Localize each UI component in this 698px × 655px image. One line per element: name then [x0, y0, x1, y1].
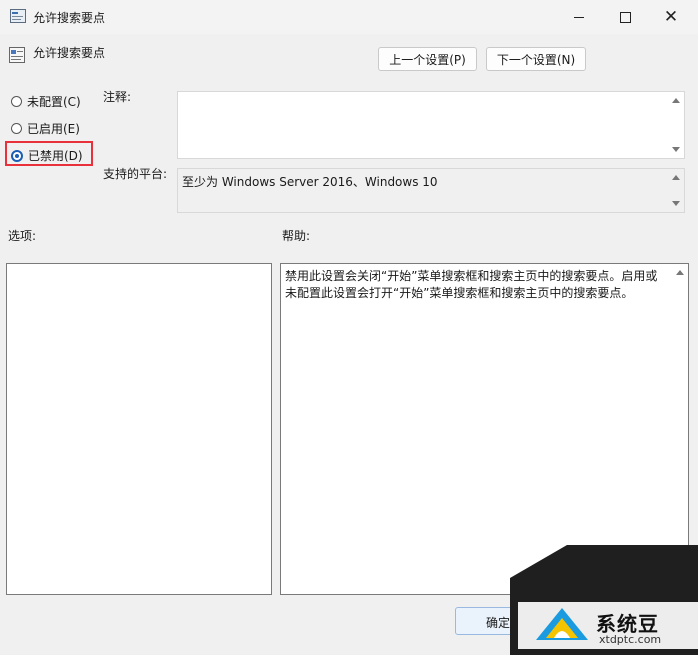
minimize-icon — [574, 16, 584, 18]
minimize-button[interactable] — [556, 0, 602, 34]
platform-scrollbar[interactable] — [668, 169, 684, 212]
comment-label: 注释: — [103, 90, 132, 104]
options-label: 选项: — [8, 229, 37, 243]
platform-label: 支持的平台: — [103, 167, 168, 181]
close-icon: ✕ — [663, 6, 679, 27]
platform-value: 至少为 Windows Server 2016、Windows 10 — [182, 175, 438, 189]
ok-label: 确定 — [486, 616, 511, 630]
previous-setting-button[interactable]: 上一个设置(P) — [378, 47, 477, 71]
scroll-down-icon[interactable] — [672, 147, 680, 152]
maximize-icon — [619, 11, 631, 23]
radio-label: 未配置(C) — [27, 95, 81, 109]
platform-field: 至少为 Windows Server 2016、Windows 10 — [177, 168, 685, 213]
close-button[interactable]: ✕ — [648, 0, 694, 34]
radio-circle[interactable] — [11, 96, 22, 107]
watermark-logo-icon — [536, 608, 588, 640]
radio-circle[interactable] — [11, 123, 22, 134]
radio-enabled[interactable]: 已启用(E) — [11, 120, 80, 137]
setting-title: 允许搜索要点 — [33, 46, 106, 60]
policy-app-icon — [10, 9, 26, 23]
ok-button[interactable]: 确定 — [455, 607, 517, 635]
help-label: 帮助: — [282, 229, 311, 243]
scroll-up-icon[interactable] — [676, 270, 684, 275]
radio-not-configured[interactable]: 未配置(C) — [11, 93, 81, 110]
radio-label: 已启用(E) — [27, 122, 80, 136]
maximize-button[interactable] — [602, 0, 648, 34]
title-bar: 允许搜索要点 ✕ — [0, 0, 698, 34]
scroll-up-icon[interactable] — [672, 98, 680, 103]
help-scrollbar[interactable] — [672, 264, 688, 594]
scroll-up-icon[interactable] — [672, 175, 680, 180]
comment-scrollbar[interactable] — [668, 92, 684, 158]
help-text: 禁用此设置会关闭“开始”菜单搜索框和搜索主页中的搜索要点。启用或未配置此设置会打… — [285, 269, 658, 300]
selection-highlight-box — [5, 141, 93, 166]
scroll-down-icon[interactable] — [672, 201, 680, 206]
window-title: 允许搜索要点 — [33, 11, 106, 25]
comment-textarea[interactable] — [177, 91, 685, 159]
options-pane — [6, 263, 272, 595]
next-setting-button[interactable]: 下一个设置(N) — [486, 47, 586, 71]
setting-icon — [9, 47, 25, 63]
watermark-url: xtdptc.com — [599, 633, 662, 646]
